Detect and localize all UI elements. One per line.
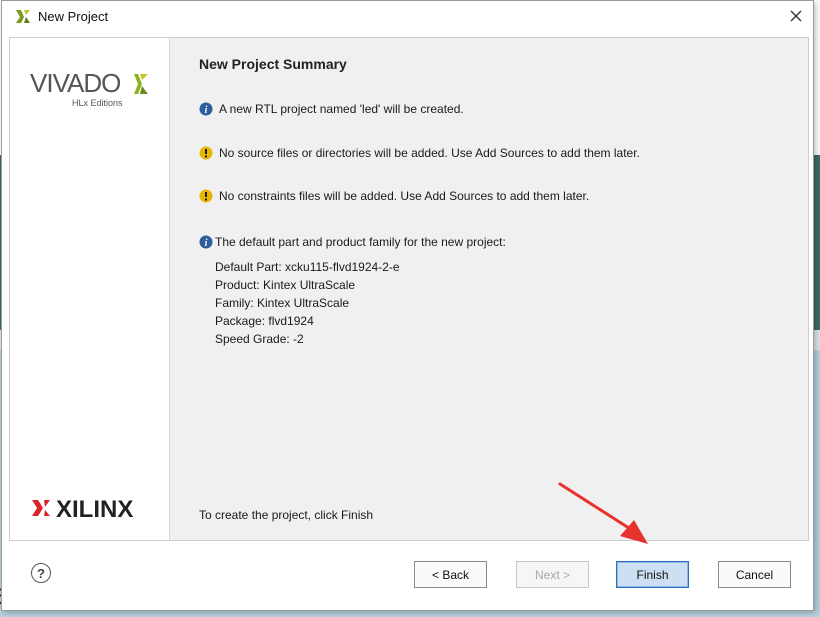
cancel-button[interactable]: Cancel [718,561,791,588]
vivado-logo: VIVADO HLx Editions [30,68,148,108]
detail-package: Package: flvd1924 [215,314,314,328]
detail-speed-grade: Speed Grade: -2 [215,332,304,346]
info-icon: i [199,102,213,116]
window-title: New Project [38,9,109,24]
close-icon [790,10,802,22]
back-button-label: < Back [431,567,470,582]
new-project-dialog: New Project VIVADO HLx Editions XILINX N… [1,0,814,611]
message-info-project: i A new RTL project named 'led' will be … [199,102,464,116]
message-text: A new RTL project named 'led' will be cr… [219,102,464,116]
message-info-part: i The default part and product family fo… [199,235,506,249]
message-warning-constraints: No constraints files will be added. Use … [199,189,589,203]
detail-default-part: Default Part: xcku115-flvd1924-2-e [215,260,400,274]
svg-text:i: i [205,238,208,249]
help-icon: ? [37,565,45,581]
finish-button-label: Finish [636,567,669,582]
page-title: New Project Summary [199,56,347,72]
title-bar[interactable]: New Project [2,1,813,31]
message-text: The default part and product family for … [215,235,506,249]
detail-family: Family: Kintex UltraScale [215,296,350,310]
svg-text:i: i [205,105,208,116]
next-button[interactable]: Next > [516,561,589,588]
xilinx-logo: XILINX [32,496,133,523]
xilinx-logo-text: XILINX [56,496,133,523]
cancel-button-label: Cancel [735,567,774,582]
info-icon: i [199,235,213,249]
vivado-logo-subtext: HLx Editions [72,98,123,108]
message-text: No source files or directories will be a… [219,146,640,160]
part-details: Default Part: xcku115-flvd1924-2-e Produ… [215,258,400,348]
back-button[interactable]: < Back [414,561,487,588]
message-warning-sources: No source files or directories will be a… [199,146,640,160]
help-button[interactable]: ? [31,563,51,583]
wizard-content: VIVADO HLx Editions XILINX New Project S… [9,37,809,541]
next-button-label: Next > [534,567,570,582]
warning-icon [199,189,213,203]
detail-product: Product: Kintex UltraScale [215,278,356,292]
vivado-logo-text: VIVADO [30,68,120,98]
finish-instruction: To create the project, click Finish [199,508,374,522]
finish-button[interactable]: Finish [616,561,689,588]
warning-icon [199,146,213,160]
wizard-sidebar: VIVADO HLx Editions XILINX [10,38,170,540]
message-text: No constraints files will be added. Use … [219,189,590,203]
close-button[interactable] [785,5,807,27]
vivado-app-icon [16,10,30,23]
summary-panel: New Project Summary i A new RTL project … [170,38,808,540]
